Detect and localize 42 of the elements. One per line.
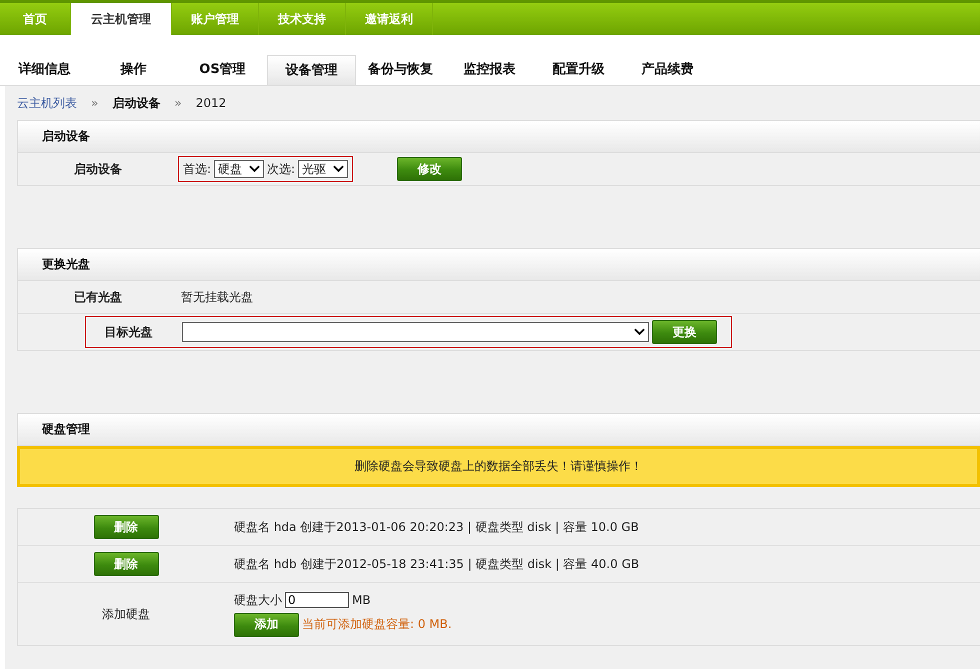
tab[interactable]: 备份与恢复 — [356, 55, 445, 85]
tab[interactable]: 产品续费 — [623, 55, 712, 85]
action-button[interactable]: 删除 — [94, 552, 158, 576]
breadcrumb-item: 2012 — [196, 96, 226, 110]
warning-banner: 删除硬盘会导致硬盘上的数据全部丢失！请谨慎操作！ — [17, 446, 980, 487]
caret-icon — [333, 165, 344, 173]
field-label: 次选: — [267, 160, 296, 178]
nav-tab[interactable]: 云主机管理 — [71, 3, 172, 35]
dropdown[interactable]: 光驱 — [298, 160, 348, 178]
tab[interactable]: 操作 — [89, 55, 178, 85]
tab[interactable]: 设备管理 — [267, 55, 356, 85]
breadcrumb-separator: » — [91, 96, 98, 110]
action-button[interactable]: 添加 — [234, 612, 299, 636]
field-label: 硬盘大小 — [234, 592, 282, 608]
action-button[interactable]: 更换 — [652, 320, 717, 344]
tab[interactable]: OS管理 — [178, 55, 267, 85]
action-button[interactable]: 删除 — [94, 515, 158, 539]
field-label: 已有光盘 — [73, 288, 123, 306]
field-label: 启动设备 — [73, 160, 123, 178]
section-title: 硬盘管理 — [42, 421, 90, 438]
field-label: 目标光盘 — [104, 324, 154, 340]
dropdown[interactable]: 硬盘 — [214, 160, 264, 178]
section-title: 更换光盘 — [42, 256, 90, 273]
disk-info: 硬盘名 hdb 创建于2012-05-18 23:41:35 | 硬盘类型 disk | 容量 40.0 GB — [234, 556, 640, 572]
caret-icon — [634, 328, 645, 336]
action-button[interactable]: 修改 — [397, 157, 462, 181]
caret-icon — [249, 165, 260, 173]
disk-info: 硬盘名 hda 创建于2013-01-06 20:20:23 | 硬盘类型 disk | 容量 10.0 GB — [234, 518, 639, 536]
tab[interactable]: 配置升级 — [534, 55, 623, 85]
tab[interactable]: 详细信息 — [0, 55, 89, 85]
field-value: 暂无挂载光盘 — [181, 288, 253, 306]
size-input[interactable]: 0 — [285, 592, 349, 608]
breadcrumb-link[interactable]: 云主机列表 — [17, 94, 77, 112]
breadcrumb-current: 启动设备 — [112, 94, 160, 112]
field-label: 添加硬盘 — [102, 606, 150, 622]
section-title: 启动设备 — [42, 128, 90, 145]
field-label: 首选: — [183, 160, 212, 178]
capacity-note: 当前可添加硬盘容量: 0 MB. — [302, 616, 452, 633]
tab[interactable]: 监控报表 — [445, 55, 534, 85]
dropdown[interactable] — [182, 322, 649, 342]
breadcrumb-separator: » — [174, 96, 182, 110]
unit-label: MB — [352, 593, 371, 607]
